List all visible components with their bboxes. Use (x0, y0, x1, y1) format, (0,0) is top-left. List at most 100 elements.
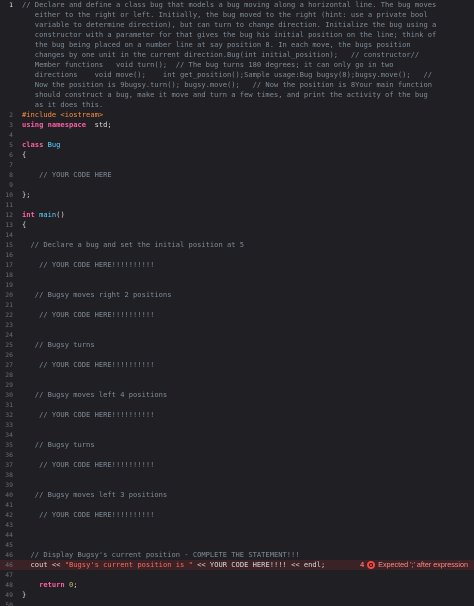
code-line[interactable]: should construct a bug, make it move and… (0, 90, 474, 100)
comment-token: the bug being placed on a number line at… (22, 40, 411, 49)
code-line[interactable]: 8 // YOUR CODE HERE (0, 170, 474, 180)
code-line[interactable]: 42 // YOUR CODE HERE!!!!!!!!!! (0, 510, 474, 520)
code-line[interactable]: 40 // Bugsy moves left 3 positions (0, 490, 474, 500)
code-line[interactable]: 46 // Display Bugsy's current position -… (0, 550, 474, 560)
code-line[interactable]: 23 (0, 320, 474, 330)
code-line[interactable]: 21 (0, 300, 474, 310)
code-line[interactable]: 10}; (0, 190, 474, 200)
code-line[interactable]: 16 (0, 250, 474, 260)
error-badge[interactable]: 4 Expected ';' after expression (358, 560, 470, 570)
code-line[interactable]: 49} (0, 590, 474, 600)
code-line[interactable]: 19 (0, 280, 474, 290)
keyword-token: return (22, 580, 65, 589)
code-line[interactable]: 14 (0, 230, 474, 240)
code-line[interactable]: 31 (0, 400, 474, 410)
keyword-token: int (22, 210, 35, 219)
code-text: return 0; (22, 580, 472, 590)
line-number: 35 (5, 441, 13, 449)
code-line[interactable]: 4 (0, 130, 474, 140)
code-line[interactable]: 43 (0, 520, 474, 530)
code-line[interactable]: 30 // Bugsy moves left 4 positions (0, 390, 474, 400)
code-line[interactable]: 13 { (0, 220, 474, 230)
line-number: 49 (5, 591, 13, 599)
code-text: // YOUR CODE HERE!!!!!!!!!! (22, 510, 472, 520)
code-line[interactable]: 27 // YOUR CODE HERE!!!!!!!!!! (0, 360, 474, 370)
code-text: { (22, 220, 472, 230)
code-line[interactable]: 38 (0, 470, 474, 480)
code-text: // Declare a bug and set the initial pos… (22, 240, 472, 250)
comment-token: // YOUR CODE HERE!!!!!!!!!! (22, 360, 155, 369)
code-text: // Bugsy moves left 4 positions (22, 390, 472, 400)
code-line[interactable]: 15 // Declare a bug and set the initial … (0, 240, 474, 250)
code-line[interactable]: 11 (0, 200, 474, 210)
code-line[interactable]: 39 (0, 480, 474, 490)
code-line[interactable]: 36 (0, 450, 474, 460)
code-text: // YOUR CODE HERE (22, 170, 472, 180)
code-line[interactable]: 9 (0, 180, 474, 190)
code-line[interactable]: the bug being placed on a number line at… (0, 40, 474, 50)
line-number: 3 (9, 121, 13, 129)
code-line[interactable]: variable to determine direction), but ca… (0, 20, 474, 30)
code-line[interactable]: constructor with a parameter for that gi… (0, 30, 474, 40)
line-number: 50 (5, 601, 13, 606)
code-line[interactable]: 3 using namespace std; (0, 120, 474, 130)
code-editor[interactable]: 1 // Declare and define a class bug that … (0, 0, 474, 606)
line-number: 47 (5, 571, 13, 579)
line-number: 2 (9, 111, 13, 119)
code-line[interactable]: 37 // YOUR CODE HERE!!!!!!!!!! (0, 460, 474, 470)
code-line[interactable]: 32 // YOUR CODE HERE!!!!!!!!!! (0, 410, 474, 420)
line-number: 43 (5, 521, 13, 529)
code-line[interactable]: 20 // Bugsy moves right 2 positions (0, 290, 474, 300)
code-line[interactable]: 6{ (0, 150, 474, 160)
code-line[interactable]: 5 class Bug (0, 140, 474, 150)
code-line[interactable]: 7 (0, 160, 474, 170)
code-line[interactable]: Member functions void turn(); // The bug… (0, 60, 474, 70)
code-line[interactable]: as it does this. (0, 100, 474, 110)
code-line[interactable]: directions void move(); int get_position… (0, 70, 474, 80)
code-line[interactable]: Now the position is 9bugsy.turn(); bugsy… (0, 80, 474, 90)
code-line[interactable]: 22 // YOUR CODE HERE!!!!!!!!!! (0, 310, 474, 320)
string-token: "Bugsy's current position is " (64, 560, 193, 569)
code-line[interactable]: 12 int main() (0, 210, 474, 220)
code-line[interactable]: 35 // Bugsy turns (0, 440, 474, 450)
error-icon (367, 561, 376, 569)
code-text: // YOUR CODE HERE!!!!!!!!!! (22, 410, 472, 420)
code-text: the bug being placed on a number line at… (22, 40, 472, 50)
line-number: 8 (9, 171, 13, 179)
error-code-line[interactable]: 46 cout << "Bugsy's current position is … (0, 560, 474, 570)
line-number: 20 (5, 291, 13, 299)
code-line[interactable]: 18 (0, 270, 474, 280)
code-line[interactable]: 26 (0, 350, 474, 360)
code-line[interactable]: 25 // Bugsy turns (0, 340, 474, 350)
code-line[interactable]: 17 // YOUR CODE HERE!!!!!!!!!! (0, 260, 474, 270)
code-line[interactable]: 48 return 0; (0, 580, 474, 590)
line-number: 44 (5, 531, 13, 539)
code-line[interactable]: either to the right or left. Initially, … (0, 10, 474, 20)
line-number: 11 (5, 201, 13, 209)
code-text: // Bugsy moves left 3 positions (22, 490, 472, 500)
code-line[interactable]: 29 (0, 380, 474, 390)
code-line[interactable]: 24 (0, 330, 474, 340)
code-text: changes by one unit in the current direc… (22, 50, 472, 60)
code-token: { (22, 150, 27, 159)
line-number: 42 (5, 511, 13, 519)
code-line[interactable]: 28 (0, 370, 474, 380)
code-line[interactable]: changes by one unit in the current direc… (0, 50, 474, 60)
keyword-token: using namespace (22, 120, 87, 129)
code-token: main (34, 210, 57, 219)
code-text: { (22, 150, 472, 160)
comment-token: constructor with a parameter for that gi… (22, 30, 437, 39)
comment-token: variable to determine direction), but ca… (22, 20, 437, 29)
code-line[interactable]: 50 (0, 600, 474, 606)
code-text: should construct a bug, make it move and… (22, 90, 472, 100)
code-line[interactable]: 41 (0, 500, 474, 510)
code-line[interactable]: 44 (0, 530, 474, 540)
code-line[interactable]: 45 (0, 540, 474, 550)
line-number: 13 (5, 221, 13, 229)
code-line[interactable]: 34 (0, 430, 474, 440)
code-line[interactable]: 2 #include <iostream> (0, 110, 474, 120)
code-line[interactable]: 33 (0, 420, 474, 430)
code-line[interactable]: 1 // Declare and define a class bug that … (0, 0, 474, 10)
line-number: 38 (5, 471, 13, 479)
code-line[interactable]: 47 (0, 570, 474, 580)
